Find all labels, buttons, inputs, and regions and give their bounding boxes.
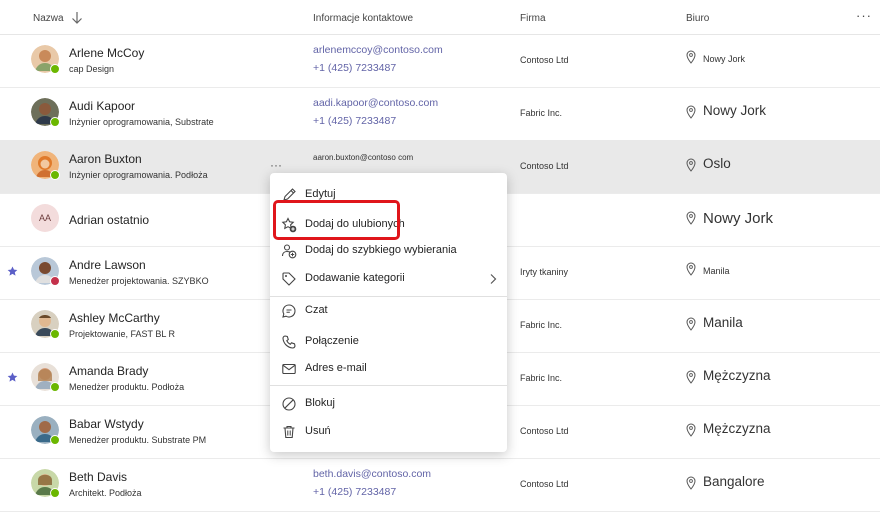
presence-available-icon — [50, 170, 60, 180]
trash-icon — [283, 425, 295, 439]
contact-name[interactable]: Beth Davis — [69, 470, 127, 484]
contact-name[interactable]: Amanda Brady — [69, 364, 148, 378]
contact-office: Nowy Jork — [703, 54, 746, 64]
presence-available-icon — [50, 64, 60, 74]
contact-office: Mężczyzna — [703, 421, 771, 436]
tag-icon — [282, 272, 296, 286]
location-pin-icon — [686, 262, 696, 276]
contact-office: Nowy Jork — [703, 103, 767, 118]
row-more-options-icon[interactable]: ··· — [270, 158, 282, 172]
contact-email[interactable]: aaron.buxton@contoso com — [313, 153, 413, 162]
chevron-right-icon — [490, 274, 497, 284]
contact-phone[interactable]: +1 (425) 7233487 — [313, 486, 396, 498]
contact-company: Contoso Ltd — [520, 55, 569, 65]
table-header: Nazwa Informacje kontaktowe Firma Biuro … — [0, 0, 880, 35]
contact-email[interactable]: beth.davis@contoso.com — [313, 468, 431, 480]
contact-company: Contoso Ltd — [520, 161, 569, 171]
column-header-company[interactable]: Firma — [520, 13, 546, 24]
block-icon — [282, 397, 296, 411]
contact-name[interactable]: Arlene McCoy — [69, 46, 144, 60]
contact-email[interactable]: arlenemccoy@contoso.com — [313, 44, 443, 56]
contact-name[interactable]: Babar Wstydy — [69, 417, 144, 431]
column-header-office[interactable]: Biuro — [686, 13, 709, 24]
menu-divider — [270, 296, 507, 297]
phone-icon — [282, 335, 296, 349]
column-header-contact[interactable]: Informacje kontaktowe — [313, 13, 413, 24]
menu-item-email[interactable]: Adres e-mail — [270, 356, 507, 382]
contact-office: Nowy Jork — [703, 210, 774, 227]
table-row[interactable]: Arlene McCoy cap Design arlenemccoy@cont… — [0, 34, 880, 88]
contact-title: Inżynier oprogramowania. Podłoża — [69, 170, 208, 180]
contact-office: Bangalore — [703, 474, 765, 489]
table-row[interactable]: Beth Davis Architekt. Podłoża beth.davis… — [0, 458, 880, 512]
contact-phone[interactable]: +1 (425) 7233487 — [313, 62, 396, 74]
contact-office: Mężczyzna — [703, 368, 771, 383]
menu-item-chat[interactable]: Czat — [270, 298, 507, 324]
contact-office: Manila — [703, 315, 743, 330]
contact-name[interactable]: Aaron Buxton — [69, 152, 142, 166]
contact-title: Menedżer produktu. Substrate PM — [69, 435, 207, 445]
contact-name[interactable]: Andre Lawson — [69, 258, 146, 272]
presence-available-icon — [50, 329, 60, 339]
contact-name[interactable]: Audi Kapoor — [69, 99, 135, 113]
contact-office: Manila — [703, 266, 730, 276]
location-pin-icon — [686, 50, 696, 64]
contact-company: Iryty tkaniny — [520, 267, 569, 277]
chat-icon — [282, 304, 296, 318]
contact-phone[interactable]: +1 (425) 7233487 — [313, 115, 396, 127]
contact-title: Projektowanie, FAST BL R — [69, 329, 176, 339]
avatar-initials: AA — [31, 204, 59, 232]
location-pin-icon — [686, 423, 696, 437]
contact-name[interactable]: Adrian ostatnio — [69, 213, 149, 227]
contact-title: Menedżer projektowania. SZYBKO — [69, 276, 209, 286]
table-row[interactable]: Audi Kapoor Inżynier oprogramowania, Sub… — [0, 87, 880, 141]
menu-item-delete[interactable]: Usuń — [270, 419, 507, 445]
menu-item-block[interactable]: Blokuj — [270, 391, 507, 417]
contact-company: Fabric Inc. — [520, 320, 563, 330]
menu-item-add-to-speed-dial[interactable]: Dodaj do szybkiego wybierania — [270, 238, 507, 264]
contact-title: Inżynier oprogramowania, Substrate — [69, 117, 214, 127]
contact-title: Architekt. Podłoża — [69, 488, 142, 498]
highlight-box — [273, 200, 400, 240]
location-pin-icon — [686, 317, 696, 331]
favorite-star-icon[interactable] — [7, 266, 18, 277]
arrow-down-icon[interactable] — [70, 11, 84, 25]
mail-icon — [282, 363, 296, 375]
more-options-icon[interactable]: ··· — [856, 8, 872, 23]
contact-company: Contoso Ltd — [520, 426, 569, 436]
presence-available-icon — [50, 488, 60, 498]
contact-name[interactable]: Ashley McCarthy — [69, 311, 160, 325]
contact-email[interactable]: aadi.kapoor@contoso.com — [313, 97, 438, 109]
location-pin-icon — [686, 105, 696, 119]
presence-available-icon — [50, 382, 60, 392]
location-pin-icon — [686, 370, 696, 384]
location-pin-icon — [686, 158, 696, 172]
favorite-star-icon[interactable] — [7, 372, 18, 383]
contact-company: Fabric Inc. — [520, 373, 563, 383]
contact-title: cap Design — [69, 64, 115, 74]
column-header-name[interactable]: Nazwa — [33, 13, 64, 24]
contact-company: Fabric Inc. — [520, 108, 563, 118]
menu-divider — [270, 385, 507, 386]
presence-busy-icon — [50, 276, 60, 286]
contact-office: Oslo — [703, 156, 731, 171]
people-add-icon — [281, 244, 297, 259]
contact-company: Contoso Ltd — [520, 479, 569, 489]
presence-available-icon — [50, 117, 60, 127]
menu-item-add-category[interactable]: Dodawanie kategorii — [270, 266, 507, 292]
location-pin-icon — [686, 211, 696, 225]
location-pin-icon — [686, 476, 696, 490]
contact-title: Menedżer produktu. Podłoża — [69, 382, 185, 392]
menu-item-call[interactable]: Połączenie — [270, 329, 507, 355]
presence-available-icon — [50, 435, 60, 445]
